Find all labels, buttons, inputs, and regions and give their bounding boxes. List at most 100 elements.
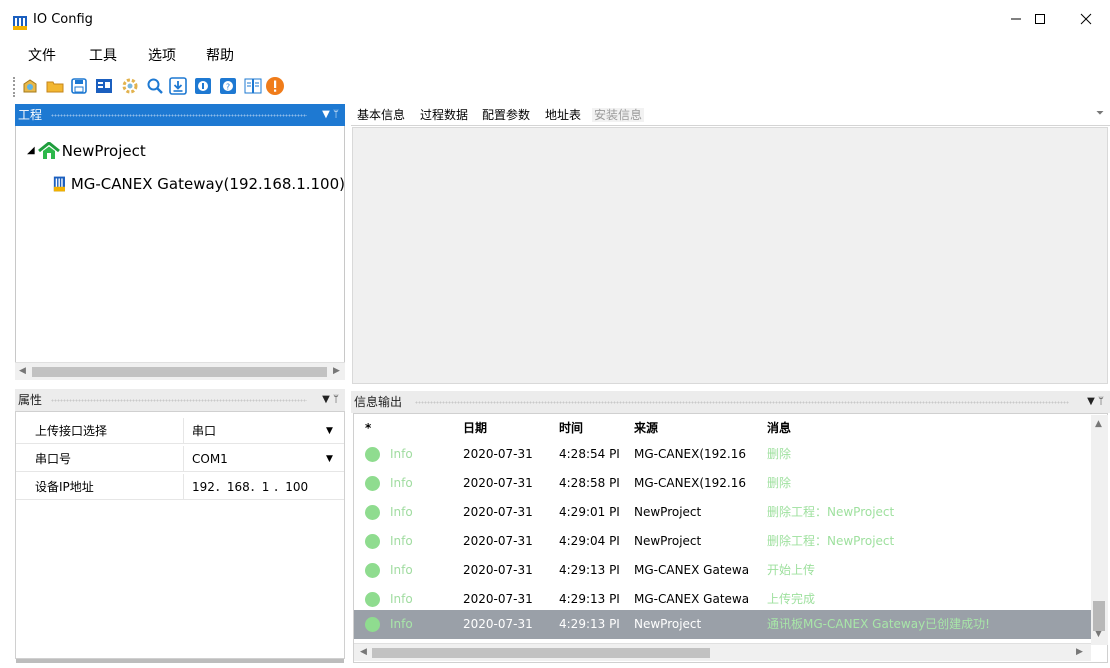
new-project-button[interactable] [20,76,40,96]
column-separator [183,446,184,472]
scroll-right-icon[interactable]: ▶ [1076,647,1083,657]
dropdown-arrow-icon[interactable]: ▼ [326,446,333,472]
tab-address-table[interactable]: 地址表 [545,108,581,122]
row-source: NewProject [634,617,702,631]
maximize-button[interactable] [1017,0,1063,38]
column-header-message[interactable]: 消息 [767,417,791,439]
tab-config-params[interactable]: 配置参数 [482,108,530,122]
table-row[interactable]: Info 2020-07-31 4:29:01 PI NewProject 删除… [354,498,1091,527]
column-header-date[interactable]: 日期 [463,417,487,439]
tree-expand-arrow-icon[interactable]: ◢ [27,142,35,160]
pin-icon[interactable]: ᛘ [333,394,339,405]
column-header-source[interactable]: 来源 [634,417,658,439]
scroll-thumb[interactable] [372,648,710,658]
row-level: Info [390,505,413,519]
pin-icon[interactable]: ᛘ [333,109,339,120]
help-button[interactable]: ? [218,76,238,96]
project-panel-header: 工程 ▼ ᛘ [15,104,345,126]
info-status-dot-icon [365,563,380,578]
info-status-dot-icon [365,447,380,462]
scroll-thumb[interactable] [32,367,327,377]
tab-install-info[interactable]: 安装信息 [592,108,645,122]
property-value-select[interactable]: 串口 [192,418,216,444]
property-value-select[interactable]: COM1 [192,446,228,472]
table-row[interactable]: Info 2020-07-31 4:29:13 PI MG-CANEX Gate… [354,556,1091,585]
column-header-time[interactable]: 时间 [559,417,583,439]
row-level: Info [390,447,413,461]
pin-icon[interactable]: ᛘ [1098,396,1104,407]
property-row-device-ip[interactable]: 设备IP地址 192．168．1 ．100 [16,474,344,500]
tab-list-dropdown-icon[interactable]: ⏷ [1096,108,1104,119]
window-title: IO Config [33,12,93,27]
download-button[interactable] [168,76,188,96]
tree-root-label: NewProject [61,142,146,160]
tab-process-data[interactable]: 过程数据 [420,108,468,122]
row-message: 删除工程：NewProject [767,534,895,548]
info-panel-header: 信息输出 ▼ ᛘ [351,391,1110,413]
info-status-dot-icon [365,617,380,632]
row-message: 删除工程：NewProject [767,505,895,519]
close-button[interactable] [1063,0,1109,38]
panel-menu-icon[interactable]: ▼ [322,109,330,120]
info-icon [195,78,211,94]
manual-button[interactable] [243,76,263,96]
row-message: 删除 [767,447,792,461]
gateway-device-icon [53,176,65,192]
search-icon [147,78,163,94]
maximize-icon [1035,14,1045,24]
row-source: MG-CANEX(192.16 [634,476,747,490]
row-time: 4:28:54 PI [559,447,620,461]
config-button[interactable] [94,76,114,96]
menu-options[interactable]: 选项 [148,48,176,64]
close-icon [1080,13,1092,25]
menu-tools[interactable]: 工具 [89,48,117,64]
toolbar-grip[interactable] [13,77,15,97]
panel-menu-icon[interactable]: ▼ [322,394,330,405]
row-time: 4:29:01 PI [559,505,620,519]
row-date: 2020-07-31 [463,476,533,490]
column-header-level[interactable]: * [365,417,371,439]
property-value-input[interactable]: 192．168．1 ．100 [192,474,308,500]
property-row-upload-interface[interactable]: 上传接口选择 串口 ▼ [16,418,344,444]
tree-child-node[interactable]: MG-CANEX Gateway(192.168.1.100) [52,175,345,193]
scroll-left-icon[interactable]: ◀ [19,366,26,376]
panel-menu-icon[interactable]: ▼ [1087,396,1095,407]
property-label: 串口号 [35,452,72,466]
vertical-scroll-thumb[interactable] [1093,601,1105,631]
row-source: MG-CANEX(192.16 [634,447,747,461]
menu-file[interactable]: 文件 [28,48,56,64]
scroll-right-icon[interactable]: ▶ [333,366,340,376]
tree-child-label: MG-CANEX Gateway(192.168.1.100) [70,175,345,193]
table-row[interactable]: Info 2020-07-31 4:29:04 PI NewProject 删除… [354,527,1091,556]
row-source: NewProject [634,534,702,548]
table-row[interactable]: Info 2020-07-31 4:28:54 PI MG-CANEX(192.… [354,440,1091,469]
settings-button[interactable] [120,76,140,96]
properties-panel-title: 属性 [18,393,43,407]
panel-controls: ▼ ᛘ [322,389,339,411]
project-horizontal-scrollbar[interactable]: ◀ ▶ [15,362,345,380]
row-source: MG-CANEX Gatewa [634,563,750,577]
table-row-selected[interactable]: Info 2020-07-31 4:29:13 PI NewProject 通讯… [354,610,1091,639]
properties-panel-header: 属性 ▼ ᛘ [15,389,345,411]
open-button[interactable] [45,76,65,96]
row-level: Info [390,563,413,577]
info-button[interactable] [193,76,213,96]
table-row[interactable]: Info 2020-07-31 4:28:58 PI MG-CANEX(192.… [354,469,1091,498]
toolbar [0,72,1110,102]
manual-icon [244,78,262,94]
row-level: Info [390,476,413,490]
scroll-left-icon[interactable]: ◀ [360,647,367,657]
search-button[interactable] [145,76,165,96]
tree-root-node[interactable]: ◢ NewProject [27,142,146,160]
svg-text:?: ? [226,83,230,92]
panel-resize-grip[interactable] [16,659,344,663]
menu-help[interactable]: 帮助 [206,48,234,64]
scroll-up-icon[interactable]: ▲ [1095,419,1102,429]
info-horizontal-scrollbar[interactable]: ◀ ▶ [354,643,1091,661]
project-tree [15,126,345,380]
tab-basic-info[interactable]: 基本信息 [357,108,405,122]
property-row-serial-port[interactable]: 串口号 COM1 ▼ [16,446,344,472]
warning-button[interactable] [265,76,285,96]
dropdown-arrow-icon[interactable]: ▼ [326,418,333,444]
save-button[interactable] [69,76,89,96]
